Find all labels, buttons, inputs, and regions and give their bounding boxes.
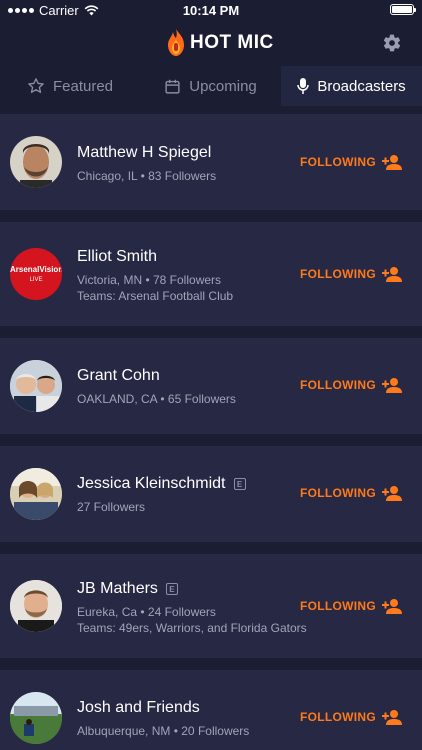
flame-mic-icon [168,29,184,56]
status-time: 10:14 PM [182,3,240,18]
app-header: HOT MIC [0,22,422,66]
broadcaster-name: JB Mathers E [77,580,178,598]
gear-icon[interactable] [382,33,402,53]
broadcaster-name-text: Jessica Kleinschmidt [77,475,226,492]
broadcaster-name-text: Elliot Smith [77,248,158,265]
broadcaster-location-followers: Albuquerque, NM • 20 Followers [77,724,250,738]
avatar [10,360,62,412]
avatar [10,692,62,744]
following-label: FOLLOWING [299,599,376,613]
add-person-icon [382,378,402,393]
following-label: FOLLOWING [299,155,376,169]
add-person-icon [382,599,402,614]
broadcaster-meta: Eureka, Ca • 24 Followers Teams: 49ers, … [77,604,307,636]
broadcaster-location-followers: Chicago, IL • 83 Followers [77,169,217,183]
broadcaster-meta: 27 Followers [77,499,145,515]
avatar-live-text: LIVE [29,277,43,283]
add-person-icon [382,155,402,170]
add-person-icon [382,486,402,501]
battery-icon [390,4,416,15]
avatar [10,136,62,188]
microphone-icon [297,78,310,94]
avatar-brand-text: ArsenalVision [10,265,62,274]
following-button[interactable]: FOLLOWING [300,377,402,393]
tab-upcoming[interactable]: Upcoming [140,66,281,106]
following-button[interactable]: FOLLOWING [300,485,402,501]
add-person-icon [382,267,402,282]
tab-broadcasters[interactable]: Broadcasters [281,66,422,106]
tab-bar: Featured Upcoming Broadcasters [0,66,422,106]
add-person-icon [382,710,402,725]
broadcaster-name-text: Josh and Friends [77,699,200,716]
broadcaster-followers: 27 Followers [77,500,146,514]
app-logo: HOT MIC [166,28,274,58]
tab-broadcasters-label: Broadcasters [317,77,406,95]
following-button[interactable]: FOLLOWING [300,709,402,725]
broadcaster-location-followers: Eureka, Ca • 24 Followers [77,605,216,619]
broadcaster-card[interactable]: Jessica Kleinschmidt E 27 Followers FOLL… [0,446,422,542]
broadcaster-teams: Teams: 49ers, Warriors, and Florida Gato… [77,621,307,635]
broadcaster-card[interactable]: JB Mathers E Eureka, Ca • 24 Followers T… [0,554,422,658]
broadcaster-card[interactable]: Grant Cohn OAKLAND, CA • 65 Followers FO… [0,338,422,434]
broadcaster-card[interactable]: Josh and Friends Albuquerque, NM • 20 Fo… [0,670,422,750]
calendar-icon [165,79,180,94]
following-label: FOLLOWING [299,378,376,392]
broadcaster-name-text: Grant Cohn [77,367,160,384]
broadcaster-meta: Victoria, MN • 78 Followers Teams: Arsen… [77,272,233,304]
tab-featured-label: Featured [52,77,114,95]
app-name: HOT MIC [190,32,274,53]
broadcaster-location-followers: OAKLAND, CA • 65 Followers [77,392,236,406]
broadcaster-meta: Chicago, IL • 83 Followers [77,168,216,184]
status-bar: Carrier 10:14 PM [0,0,422,22]
avatar: ArsenalVision LIVE [10,248,62,300]
tab-upcoming-label: Upcoming [189,77,257,95]
broadcaster-name-text: JB Mathers [77,580,158,597]
broadcaster-name: Josh and Friends [77,699,200,717]
star-icon [28,78,44,93]
following-button[interactable]: FOLLOWING [300,154,402,170]
broadcaster-card[interactable]: Matthew H Spiegel Chicago, IL • 83 Follo… [0,114,422,210]
broadcaster-teams: Teams: Arsenal Football Club [77,289,234,303]
avatar [10,468,62,520]
broadcaster-meta: Albuquerque, NM • 20 Followers [77,723,249,739]
following-button[interactable]: FOLLOWING [300,266,402,282]
broadcaster-meta: OAKLAND, CA • 65 Followers [77,391,236,407]
avatar [10,580,62,632]
tab-featured[interactable]: Featured [0,66,140,106]
broadcaster-card[interactable]: ArsenalVision LIVE Elliot Smith Victoria… [0,222,422,326]
broadcaster-name: Grant Cohn [77,367,160,385]
broadcaster-name: Elliot Smith [77,248,157,266]
broadcaster-location-followers: Victoria, MN • 78 Followers [77,273,222,287]
following-label: FOLLOWING [299,486,376,500]
broadcaster-name: Matthew H Spiegel [77,144,211,162]
explicit-badge: E [233,478,246,490]
following-button[interactable]: FOLLOWING [300,598,402,614]
explicit-badge: E [165,583,178,595]
following-label: FOLLOWING [299,267,376,281]
broadcaster-name-text: Matthew H Spiegel [77,144,212,161]
broadcaster-name: Jessica Kleinschmidt E [77,475,246,493]
following-label: FOLLOWING [299,710,376,724]
